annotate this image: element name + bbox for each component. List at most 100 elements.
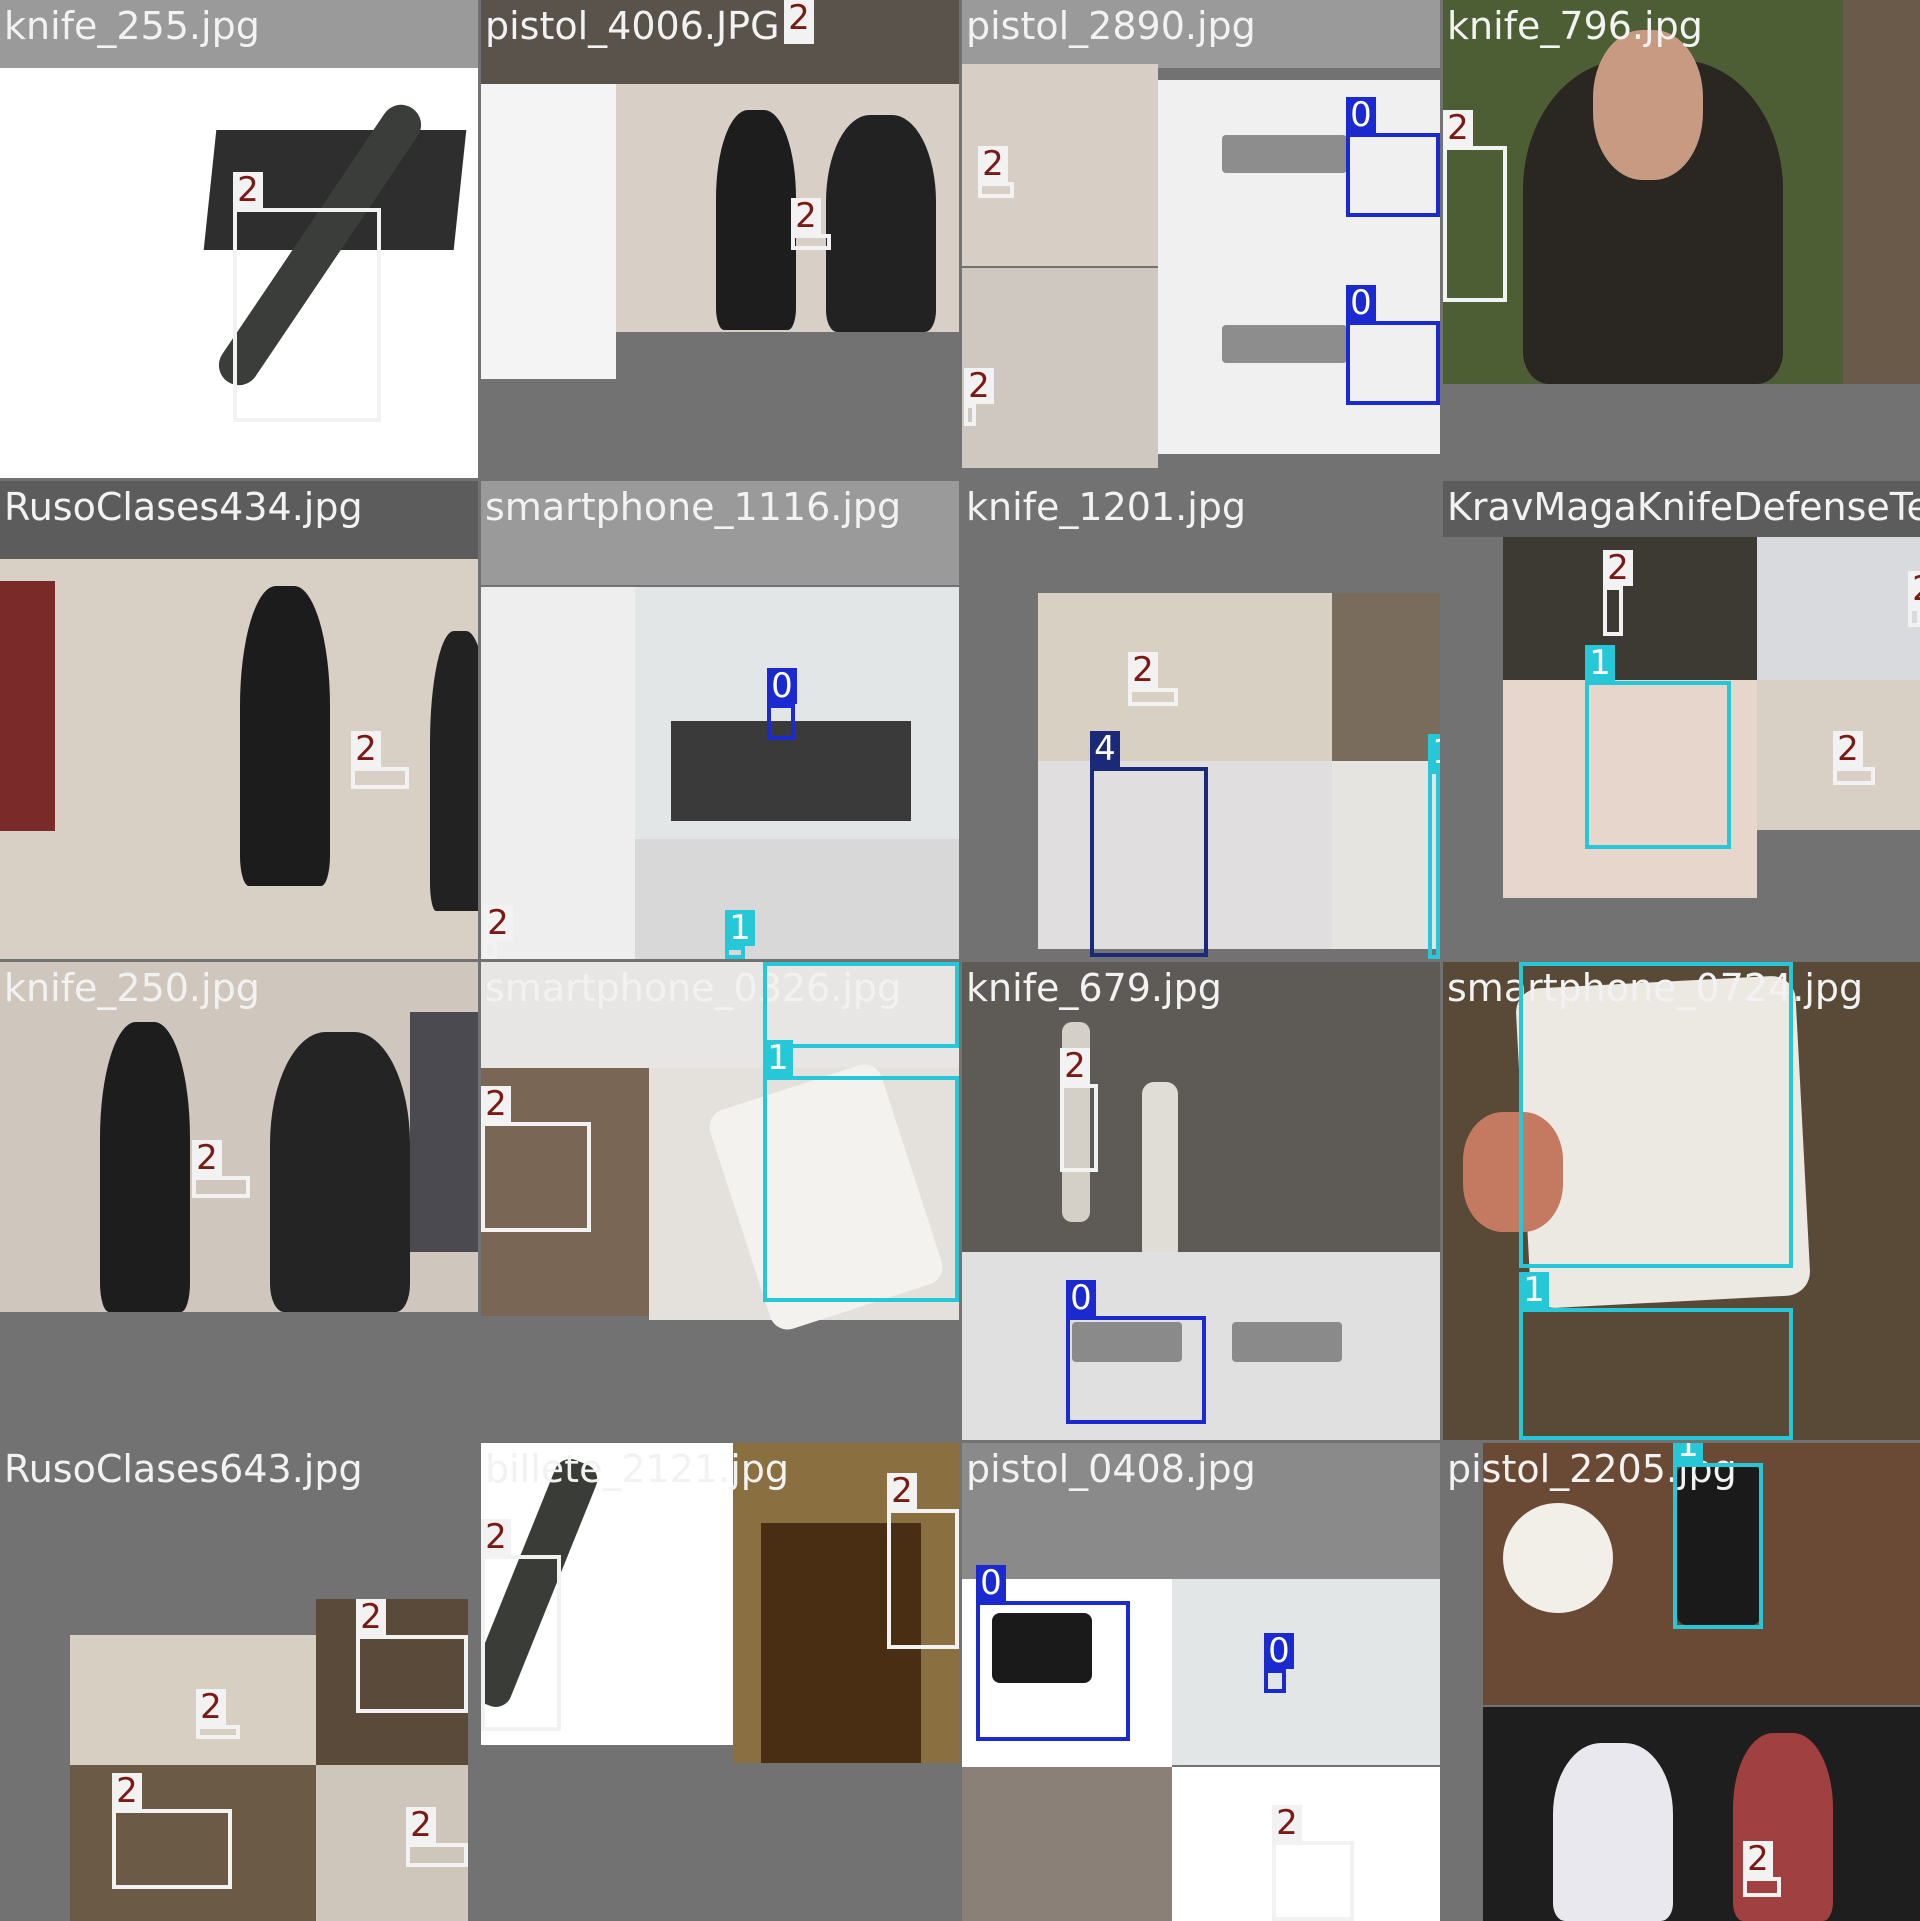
tile-filename: RusoClases643.jpg	[4, 1447, 363, 1491]
detection-box: 1	[1519, 962, 1793, 1268]
pistol-photo	[1222, 135, 1347, 173]
detection-label: 2	[784, 0, 814, 36]
person-photo	[100, 1022, 190, 1312]
detection-box: 2	[1743, 1841, 1781, 1897]
detection-label: 2	[196, 1689, 226, 1725]
cup-photo	[1503, 1503, 1613, 1613]
tile-title-bar: knife_1201.jpg	[962, 481, 1440, 549]
mosaic-tile: knife_1201.jpg 2 4 1	[962, 481, 1440, 959]
person-photo	[430, 631, 478, 911]
mosaic-tile: knife_250.jpg 2	[0, 962, 478, 1440]
detection-label: 1	[725, 910, 755, 946]
detection-label: 2	[1603, 550, 1633, 586]
detection-label: 2	[791, 198, 821, 234]
detection-label: 2	[112, 1773, 142, 1809]
detection-label: 0	[1346, 285, 1376, 321]
detection-label: 2	[964, 368, 994, 404]
mosaic-tile: smartphone_1116.jpg 0 2 1	[481, 481, 959, 959]
mosaic-tile: pistol_0408.jpg 0 0 2	[962, 1443, 1440, 1921]
detection-label: 2	[233, 172, 263, 208]
tile-filename: KravMagaKnifeDefenseTech	[1447, 485, 1920, 529]
detection-label: 0	[1346, 97, 1376, 133]
tile-title-bar: pistol_4006.JPG	[481, 0, 959, 68]
poster-photo	[410, 1012, 478, 1252]
detection-box: 2	[483, 905, 513, 959]
person-photo	[270, 1032, 410, 1312]
detection-label: 2	[1128, 652, 1158, 688]
mosaic-tile: smartphone_0724.jpg 1 1	[1443, 962, 1920, 1440]
mosaic-tile: KravMagaKnifeDefenseTech 2 2 1 2	[1443, 481, 1920, 959]
mosaic-tile: knife_255.jpg 2	[0, 0, 478, 478]
detection-label: 2	[1060, 1048, 1090, 1084]
mosaic-tile: pistol_2205.jpg 1 2	[1443, 1443, 1920, 1921]
detection-box: 2	[1443, 110, 1507, 302]
detection-box: 2	[192, 1140, 250, 1198]
detection-box: 1	[725, 910, 755, 959]
tile-photo	[1332, 761, 1440, 949]
detection-box: 0	[767, 668, 797, 740]
detection-box: 2	[1908, 571, 1920, 627]
detection-box: 2	[1128, 652, 1178, 706]
detection-label: 1	[1673, 1443, 1703, 1463]
knife-photo	[1142, 1082, 1178, 1262]
detection-box: 2	[112, 1773, 232, 1889]
detection-box: 2	[1603, 550, 1633, 636]
tile-photo	[1172, 1579, 1440, 1765]
detection-box: 2	[964, 368, 994, 426]
person-photo	[1553, 1743, 1673, 1921]
tile-title-bar: knife_255.jpg	[0, 0, 478, 68]
tile-title-bar: smartphone_1116.jpg	[481, 481, 959, 549]
tile-photo	[635, 839, 959, 959]
detection-box: 2	[196, 1689, 240, 1739]
tile-filename: pistol_4006.JPG	[485, 4, 780, 48]
person-photo	[826, 115, 936, 332]
detection-label: 2	[351, 731, 381, 767]
detection-box: 4	[1090, 731, 1208, 957]
detection-label: 2	[406, 1807, 436, 1843]
detection-label: 2	[192, 1140, 222, 1176]
detection-box: 1	[1519, 1272, 1793, 1440]
detection-box: 0	[1346, 97, 1440, 217]
detection-label: 0	[1264, 1633, 1294, 1669]
detection-box: 2	[1060, 1048, 1098, 1172]
detection-box: 2	[887, 1473, 959, 1649]
tile-title-bar: knife_796.jpg	[1443, 0, 1920, 68]
tile-filename: pistol_0408.jpg	[966, 1447, 1256, 1491]
tile-photo	[1757, 537, 1920, 680]
pistol-photo	[1222, 325, 1347, 363]
detection-label: 2	[978, 146, 1008, 182]
detection-label: 1	[1428, 734, 1440, 770]
detection-label: 0	[976, 1565, 1006, 1601]
detection-box: 1	[1428, 734, 1440, 959]
detection-box: 1	[1673, 1443, 1763, 1629]
detection-box: 0	[1264, 1633, 1294, 1693]
detection-box: 1	[763, 1040, 959, 1302]
tile-filename: RusoClases434.jpg	[4, 485, 363, 529]
mosaic-tile: RusoClases643.jpg 2 2 2 2	[0, 1443, 478, 1921]
detection-label: 2	[483, 905, 513, 941]
detection-box: 1	[1585, 645, 1731, 849]
detection-box: 2	[481, 1519, 561, 1731]
tile-filename: knife_796.jpg	[1447, 4, 1703, 48]
tile-title-bar: RusoClases434.jpg	[0, 481, 478, 549]
detection-box: 2	[1833, 731, 1875, 785]
detection-label: 2	[887, 1473, 917, 1509]
detection-box: 2	[791, 198, 831, 250]
tile-title-bar: RusoClases643.jpg	[0, 1443, 478, 1511]
detection-label: 2	[1833, 731, 1863, 767]
tile-filename: knife_255.jpg	[4, 4, 260, 48]
detection-label: 0	[1066, 1280, 1096, 1316]
poster-photo	[0, 581, 55, 831]
detection-label: 2	[481, 1086, 511, 1122]
detection-box: 0	[1066, 1280, 1206, 1424]
tile-photo	[70, 1635, 316, 1765]
mosaic-tile: knife_679.jpg 2 0	[962, 962, 1440, 1440]
detection-box: 2	[351, 731, 409, 789]
mosaic-tile: pistol_4006.JPG 2 2	[481, 0, 959, 478]
detection-label: 2	[1908, 571, 1920, 607]
tile-photo	[1483, 1707, 1920, 1921]
detection-label: 2	[1743, 1841, 1773, 1877]
detection-label: 2	[1443, 110, 1473, 146]
detection-box: 0	[976, 1565, 1130, 1741]
detection-label: 1	[1585, 645, 1615, 681]
